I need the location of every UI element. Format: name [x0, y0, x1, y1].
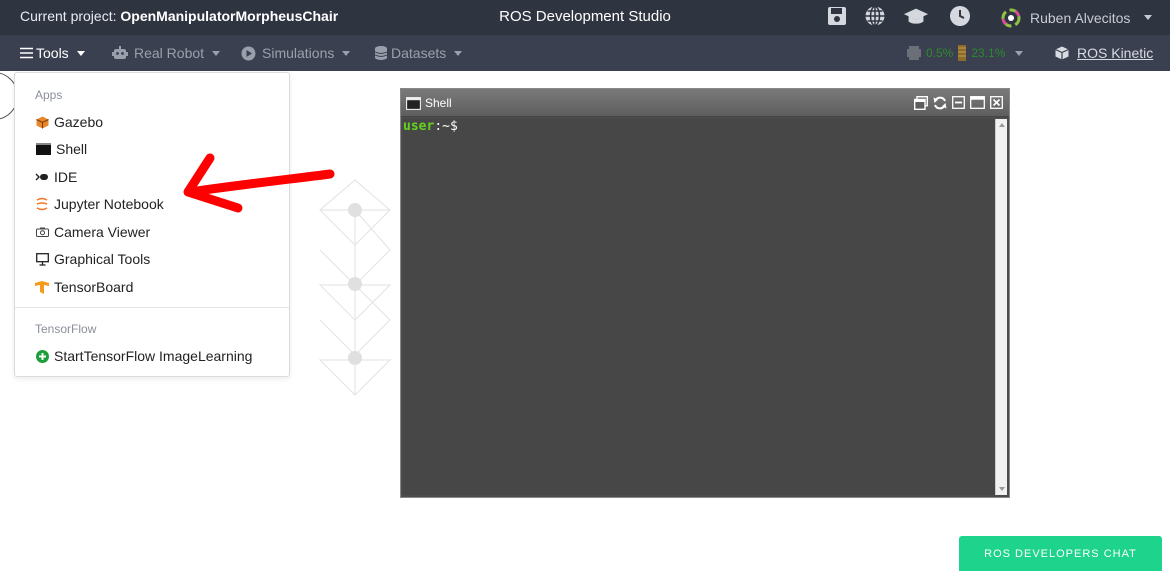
menu-item-label: IDE	[54, 169, 78, 185]
maximize-icon[interactable]	[970, 96, 985, 114]
memory-usage: 23.1%	[971, 46, 1006, 60]
menu-item-start-tensorflow[interactable]: StartTensorFlow ImageLearning	[35, 345, 252, 367]
user-name: Ruben Alvecitos	[1030, 9, 1131, 26]
clock-icon[interactable]	[947, 3, 973, 29]
shell-titlebar[interactable]: Shell	[401, 89, 1009, 117]
menu-item-label: Shell	[56, 141, 88, 157]
graduation-cap-icon[interactable]	[903, 3, 929, 29]
ros-developers-chat-button[interactable]: ROS DEVELOPERS CHAT	[959, 536, 1162, 571]
current-project: Current project: OpenManipulatorMorpheus…	[20, 0, 338, 35]
chevron-down-icon	[1015, 50, 1024, 56]
datasets-label: Datasets	[391, 45, 447, 61]
prompt-user: user	[403, 119, 435, 134]
menu-item-label: Gazebo	[54, 114, 104, 130]
monitor-icon	[35, 252, 49, 266]
datasets-menu[interactable]: Datasets	[375, 35, 463, 71]
dropdown-divider	[15, 307, 289, 308]
tools-menu[interactable]: Tools	[20, 35, 85, 71]
cpu-usage: 0.5%	[926, 46, 954, 60]
menu-item-label: StartTensorFlow ImageLearning	[54, 348, 253, 364]
camera-icon	[35, 225, 49, 239]
terminal-icon	[35, 142, 51, 156]
terminal-scrollbar[interactable]	[995, 119, 1007, 495]
cube-icon	[1055, 46, 1069, 60]
memory-icon	[958, 45, 967, 61]
menu-item-graphical-tools[interactable]: Graphical Tools	[35, 248, 150, 270]
menu-item-jupyter[interactable]: Jupyter Notebook	[35, 193, 164, 215]
database-icon	[375, 46, 387, 60]
menu-item-label: Jupyter Notebook	[54, 196, 164, 212]
tensorboard-icon	[35, 280, 49, 294]
scroll-up-icon[interactable]	[998, 122, 1006, 128]
menu-item-tensorboard[interactable]: TensorBoard	[35, 276, 133, 298]
tools-dropdown: Apps Gazebo Shell IDE Jupyter Notebook C…	[14, 72, 290, 377]
project-name: OpenManipulatorMorpheusChair	[120, 8, 339, 24]
ros-version-link[interactable]: ROS Kinetic	[1055, 35, 1153, 71]
plus-circle-icon	[35, 349, 49, 363]
real-robot-menu[interactable]: Real Robot	[112, 35, 221, 71]
apps-header: Apps	[35, 88, 63, 102]
top-bar: Current project: OpenManipulatorMorpheus…	[0, 0, 1170, 35]
real-robot-label: Real Robot	[134, 45, 205, 61]
chevron-down-icon	[342, 50, 351, 56]
play-circle-icon	[241, 46, 256, 60]
minimize-icon[interactable]	[952, 96, 965, 114]
menu-item-camera-viewer[interactable]: Camera Viewer	[35, 221, 150, 243]
ros-version-label: ROS Kinetic	[1077, 45, 1154, 61]
cpu-icon	[907, 46, 921, 60]
user-avatar-icon	[1000, 7, 1022, 29]
menu-item-label: TensorBoard	[54, 279, 134, 295]
terminal-area[interactable]: user:~$	[403, 119, 995, 495]
project-prefix: Current project:	[20, 8, 117, 24]
annotation-arrow	[183, 153, 335, 213]
shell-title: Shell	[425, 96, 452, 110]
robot-icon	[112, 46, 128, 59]
detach-window-icon[interactable]	[913, 95, 929, 115]
tensorflow-header: TensorFlow	[35, 322, 97, 336]
scroll-down-icon[interactable]	[998, 486, 1006, 492]
window-icon	[406, 96, 421, 110]
chevron-down-icon	[76, 50, 85, 56]
simulations-menu[interactable]: Simulations	[241, 35, 351, 71]
chevron-down-icon	[1144, 15, 1153, 20]
menu-bar: Tools Real Robot Simulations Datasets 0.…	[0, 35, 1170, 71]
tools-label: Tools	[36, 45, 69, 61]
save-icon[interactable]	[824, 3, 850, 29]
prompt-path: :~$	[434, 119, 458, 134]
menu-item-label: Graphical Tools	[54, 251, 151, 267]
hamburger-icon	[20, 47, 33, 59]
jupyter-icon	[35, 197, 49, 211]
ide-icon	[35, 170, 49, 184]
shell-window[interactable]: Shell user:~$	[400, 88, 1010, 498]
chevron-down-icon	[212, 50, 221, 56]
user-menu[interactable]: Ruben Alvecitos	[1000, 0, 1153, 35]
globe-icon[interactable]	[862, 3, 888, 29]
refresh-icon[interactable]	[933, 96, 947, 115]
resource-indicator[interactable]: 0.5% 23.1%	[906, 35, 1024, 71]
menu-item-gazebo[interactable]: Gazebo	[35, 111, 103, 133]
gazebo-icon	[35, 115, 49, 129]
simulations-label: Simulations	[262, 45, 335, 61]
menu-item-label: Camera Viewer	[54, 224, 151, 240]
chevron-down-icon	[454, 50, 463, 56]
menu-item-shell[interactable]: Shell	[35, 138, 87, 160]
menu-item-ide[interactable]: IDE	[35, 166, 77, 188]
close-icon[interactable]	[990, 96, 1003, 114]
